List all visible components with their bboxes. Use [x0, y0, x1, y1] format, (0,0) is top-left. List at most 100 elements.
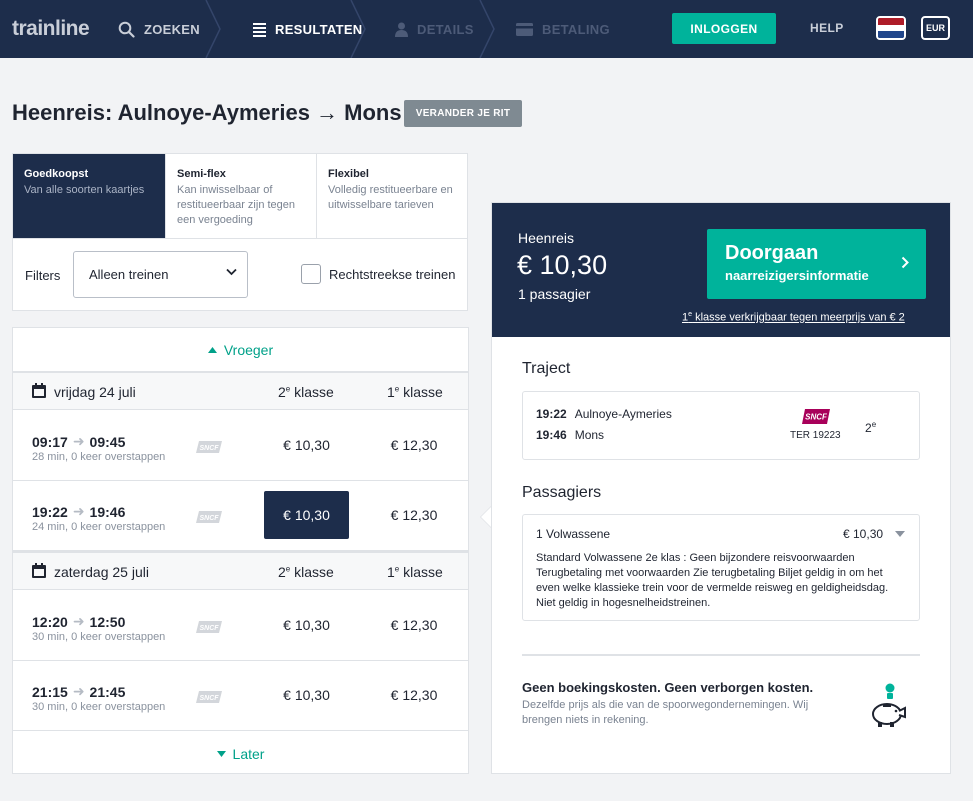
- caret-down-icon: [216, 751, 226, 757]
- summary-header: Heenreis € 10,30 1 passagier Doorgaan na…: [492, 203, 950, 337]
- continue-button[interactable]: Doorgaan naarreizigersinformatie: [707, 229, 926, 299]
- traject-title: Traject: [522, 360, 571, 377]
- date-label: zaterdag 25 juli: [54, 564, 149, 580]
- piggy-bank-icon: [872, 683, 906, 727]
- trainline-logo[interactable]: trainline: [12, 17, 110, 41]
- journey-row[interactable]: 09:17 ➜ 09:45 28 min, 0 keer overstappen S…: [13, 411, 468, 481]
- svg-text:SNCF: SNCF: [199, 695, 219, 702]
- svg-text:SNCF: SNCF: [199, 515, 219, 522]
- no-fees-text: Dezelfde prijs als die van de spoorwegon…: [522, 699, 809, 726]
- price-1st-class[interactable]: € 12,30: [364, 671, 464, 719]
- tab-description: Kan inwisselbaar of restitueerbaar zijn …: [177, 184, 296, 226]
- language-flag-icon[interactable]: [876, 16, 906, 40]
- later-link[interactable]: Later: [13, 732, 468, 773]
- first-class-upgrade-link[interactable]: 1e klasse verkrijgbaar tegen meerprijs v…: [682, 311, 905, 324]
- filters-bar: Filters Alleen treinen Rechtstreekse tre…: [12, 239, 468, 311]
- earlier-link[interactable]: Vroeger: [13, 328, 468, 372]
- svg-text:SNCF: SNCF: [199, 625, 219, 632]
- date-label: vrijdag 24 juli: [54, 384, 136, 400]
- price-1st-class[interactable]: € 12,30: [364, 491, 464, 539]
- user-icon: [395, 22, 408, 37]
- step-betaling: BETALING: [484, 0, 634, 58]
- journey-times: 21:15 ➜ 21:45: [32, 683, 126, 700]
- divider: [522, 654, 920, 656]
- fare-type-tabs: Goedkoopst Van alle soorten kaartjes Sem…: [12, 153, 468, 239]
- continue-subtitle: naarreizigersinformatie: [725, 267, 869, 283]
- journey-info: 30 min, 0 keer overstappen: [32, 631, 166, 643]
- search-icon: [118, 21, 135, 38]
- calendar-icon: [32, 383, 46, 398]
- journey-summary-panel: Heenreis € 10,30 1 passagier Doorgaan na…: [491, 202, 951, 774]
- calendar-icon: [32, 563, 46, 578]
- help-link[interactable]: HELP: [810, 21, 844, 35]
- arrow-right-icon: ➜: [72, 503, 85, 519]
- svg-text:SNCF: SNCF: [805, 413, 828, 422]
- svg-text:SNCF: SNCF: [199, 445, 219, 452]
- price-2nd-class[interactable]: € 10,30: [264, 601, 349, 649]
- arrow-right-icon: ➜: [72, 613, 85, 629]
- arrow-right-icon: ➜: [72, 433, 85, 449]
- passenger-details[interactable]: 1 Volwassene € 10,30 Standard Volwassene…: [522, 514, 920, 621]
- journey-row[interactable]: 12:20 ➜ 12:50 30 min, 0 keer overstappen S…: [13, 591, 468, 661]
- passenger-price: € 10,30: [843, 527, 884, 541]
- class-1-header: 1e klasse: [387, 564, 443, 580]
- tab-description: Volledig restitueerbare en uitwisselbare…: [328, 184, 453, 211]
- step-details: DETAILS: [362, 0, 484, 58]
- passenger-name: 1 Volwassene: [536, 527, 611, 541]
- sncf-logo-icon: SNCF: [802, 409, 830, 424]
- caret-down-icon[interactable]: [895, 531, 905, 537]
- tab-semi-flex[interactable]: Semi-flex Kan inwisselbaar of restitueer…: [166, 154, 317, 238]
- traject-details: 19:22 Aulnoye-Aymeries 19:46 Mons SNCF TER…: [522, 391, 920, 460]
- direct-trains-label[interactable]: Rechtstreekse treinen: [329, 267, 455, 282]
- direct-trains-checkbox[interactable]: [301, 264, 321, 284]
- summary-label: Heenreis: [518, 230, 575, 246]
- filters-label: Filters: [25, 268, 61, 283]
- departure-line: 19:22 Aulnoye-Aymeries: [536, 407, 672, 421]
- passengers-title: Passagiers: [522, 484, 602, 501]
- journey-row[interactable]: 21:15 ➜ 21:45 30 min, 0 keer overstappen S…: [13, 661, 468, 731]
- summary-price: € 10,30: [517, 250, 608, 280]
- transport-type-select[interactable]: Alleen treinen: [73, 251, 248, 298]
- sncf-logo-icon: SNCF: [196, 691, 222, 703]
- change-journey-button[interactable]: VERANDER JE RIT: [404, 100, 522, 127]
- earlier-label: Vroeger: [223, 342, 274, 358]
- step-label: DETAILS: [417, 21, 474, 37]
- arrival-line: 19:46 Mons: [536, 428, 605, 442]
- class-2-header: 2e klasse: [278, 384, 334, 400]
- no-fees-title: Geen boekingskosten. Geen verborgen kost…: [522, 680, 814, 695]
- sncf-logo-icon: SNCF: [196, 621, 222, 633]
- tab-title: Flexibel: [328, 168, 369, 180]
- page-title: Heenreis: Aulnoye-Aymeries → Mons: [12, 100, 402, 125]
- arrow-right-icon: ➜: [72, 683, 85, 699]
- journey-info: 24 min, 0 keer overstappen: [32, 521, 166, 533]
- continue-title: Doorgaan: [725, 241, 819, 264]
- tab-goedkoopst[interactable]: Goedkoopst Van alle soorten kaartjes: [13, 154, 166, 238]
- step-resultaten: RESULTATEN: [232, 0, 362, 58]
- price-2nd-class[interactable]: € 10,30: [264, 421, 349, 469]
- chevron-right-icon: [901, 256, 909, 269]
- summary-passengers: 1 passagier: [518, 286, 591, 302]
- fare-conditions: Standard Volwassene 2e klas : Geen bijzo…: [536, 552, 889, 609]
- step-separator: [205, 0, 221, 58]
- journey-times: 09:17 ➜ 09:45: [32, 433, 126, 450]
- travel-class: 2e: [865, 420, 877, 435]
- journey-times: 12:20 ➜ 12:50: [32, 613, 126, 630]
- list-icon: [253, 22, 266, 37]
- step-label: ZOEKEN: [144, 21, 200, 37]
- journey-row[interactable]: 19:22 ➜ 19:46 24 min, 0 keer overstappen S…: [13, 481, 468, 551]
- chevron-down-icon: [226, 268, 237, 276]
- sncf-logo-icon: SNCF: [196, 441, 222, 453]
- price-2nd-class-selected[interactable]: € 10,30: [264, 491, 349, 539]
- price-1st-class[interactable]: € 12,30: [364, 421, 464, 469]
- class-1-header: 1e klasse: [387, 384, 443, 400]
- tab-flexibel[interactable]: Flexibel Volledig restitueerbare en uitw…: [317, 154, 467, 238]
- price-1st-class[interactable]: € 12,30: [364, 601, 464, 649]
- results-list: Vroeger vrijdag 24 juli 2e klasse 1e kla…: [12, 327, 469, 774]
- login-button[interactable]: INLOGGEN: [672, 13, 776, 44]
- step-label: BETALING: [542, 21, 610, 37]
- tab-title: Goedkoopst: [24, 168, 89, 180]
- currency-selector[interactable]: EUR: [921, 16, 950, 40]
- later-label: Later: [232, 746, 265, 762]
- top-navigation: trainline ZOEKEN RESULTATEN DETAILS BETA…: [0, 0, 973, 58]
- price-2nd-class[interactable]: € 10,30: [264, 671, 349, 719]
